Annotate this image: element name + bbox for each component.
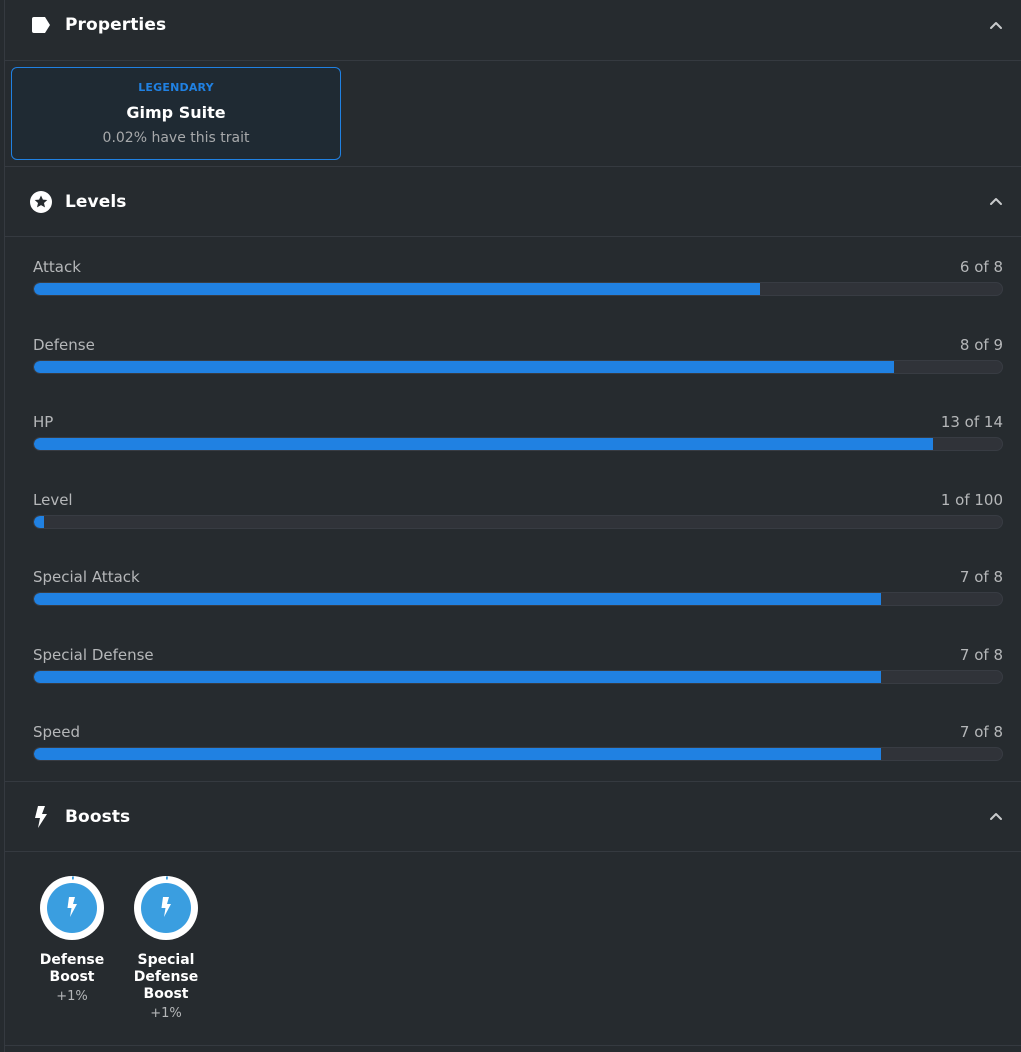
level-progress-fill <box>34 671 881 683</box>
boost-value: +1% <box>150 1006 182 1021</box>
boost-name: Defense Boost <box>39 952 105 985</box>
level-value: 7 of 8 <box>959 646 1003 664</box>
level-value: 7 of 8 <box>959 723 1003 741</box>
level-progress-track <box>33 592 1003 606</box>
level-value: 7 of 8 <box>959 568 1003 586</box>
boost-value: +1% <box>56 989 88 1004</box>
level-progress-fill <box>34 283 760 295</box>
level-progress-fill <box>34 438 933 450</box>
boost-name: Special Defense Boost <box>133 952 199 1002</box>
level-progress-fill <box>34 748 881 760</box>
properties-section-header[interactable]: Properties <box>5 0 1021 61</box>
level-progress-track <box>33 360 1003 374</box>
level-label: Special Attack <box>33 568 140 586</box>
level-progress-track <box>33 670 1003 684</box>
level-progress-fill <box>34 361 894 373</box>
boosts-section-header[interactable]: Boosts <box>5 782 1021 852</box>
level-label: HP <box>33 413 54 431</box>
level-row-speed: Speed 7 of 8 <box>33 722 1003 770</box>
level-row-level: Level 1 of 100 <box>33 490 1003 538</box>
trait-rarity: 0.02% have this trait <box>102 130 250 146</box>
level-value: 1 of 100 <box>940 491 1003 509</box>
level-progress-track <box>33 437 1003 451</box>
levels-title: Levels <box>65 192 127 212</box>
level-value: 6 of 8 <box>959 258 1003 276</box>
level-row-hp: HP 13 of 14 <box>33 412 1003 460</box>
trait-value: Gimp Suite <box>126 103 226 122</box>
level-progress-fill <box>34 516 44 528</box>
level-row-defense: Defense 8 of 9 <box>33 335 1003 383</box>
boosts-title: Boosts <box>65 807 131 827</box>
level-label: Special Defense <box>33 646 154 664</box>
levels-section-header[interactable]: Levels <box>5 167 1021 237</box>
level-label: Attack <box>33 258 81 276</box>
level-progress-fill <box>34 593 881 605</box>
boost-item: Special Defense Boost +1% <box>121 876 211 1022</box>
boost-item: Defense Boost +1% <box>27 876 117 1005</box>
divider <box>5 1045 1021 1046</box>
level-progress-track <box>33 282 1003 296</box>
level-progress-track <box>33 747 1003 761</box>
level-label: Level <box>33 491 73 509</box>
level-value: 8 of 9 <box>959 336 1003 354</box>
level-row-attack: Attack 6 of 8 <box>33 257 1003 305</box>
chevron-up-icon[interactable] <box>987 17 1005 35</box>
trait-type: LEGENDARY <box>138 81 214 94</box>
level-label: Defense <box>33 336 95 354</box>
item-details-panel: Properties LEGENDARY Gimp Suite 0.02% ha… <box>4 0 1021 1052</box>
tag-icon <box>32 17 50 33</box>
chevron-up-icon[interactable] <box>987 808 1005 826</box>
level-row-special-attack: Special Attack 7 of 8 <box>33 567 1003 615</box>
level-progress-track <box>33 515 1003 529</box>
level-value: 13 of 14 <box>940 413 1003 431</box>
boost-ring-icon <box>134 876 198 940</box>
level-row-special-defense: Special Defense 7 of 8 <box>33 645 1003 693</box>
trait-card[interactable]: LEGENDARY Gimp Suite 0.02% have this tra… <box>11 67 341 160</box>
level-label: Speed <box>33 723 81 741</box>
chevron-up-icon[interactable] <box>987 193 1005 211</box>
lightning-icon <box>35 806 47 828</box>
properties-title: Properties <box>65 15 167 35</box>
star-circle-icon <box>30 191 52 213</box>
boost-ring-icon <box>40 876 104 940</box>
